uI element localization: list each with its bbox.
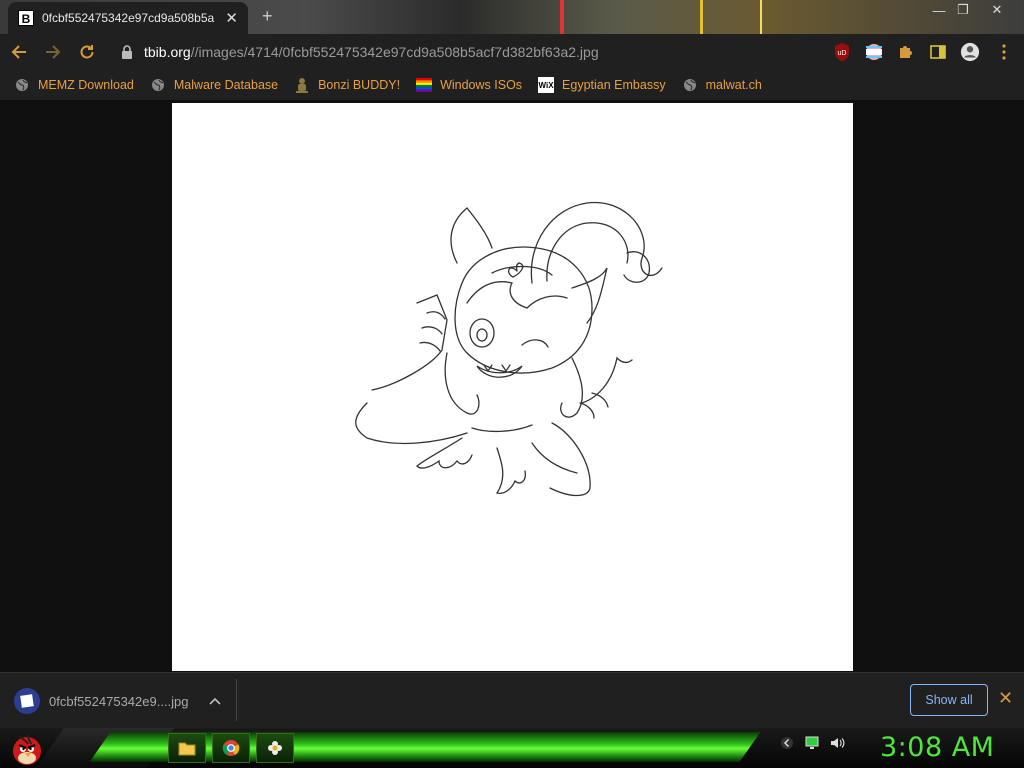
- tray-chevron-icon[interactable]: [780, 736, 794, 753]
- download-filename: 0fcbf552475342e9....jpg: [49, 693, 189, 709]
- wallpaper-streak: [560, 0, 564, 34]
- bookmark-windows-isos[interactable]: Windows ISOs: [416, 77, 522, 93]
- taskbar-clock[interactable]: 3:08 AM: [880, 732, 994, 763]
- download-bar-close-icon[interactable]: ✕: [998, 688, 1013, 709]
- side-panel-icon[interactable]: [928, 42, 948, 62]
- url-path: //images/4714/0fcbf552475342e97cd9a508b5…: [190, 44, 599, 60]
- bookmark-label: Windows ISOs: [440, 78, 523, 92]
- divider: [236, 679, 237, 721]
- bookmark-bonzi-buddy[interactable]: Bonzi BUDDY!: [294, 77, 400, 93]
- bookmark-malware-database[interactable]: Malware Database: [150, 77, 278, 93]
- restore-button[interactable]: ❐: [946, 0, 980, 20]
- bookmark-label: Egyptian Embassy: [562, 78, 666, 92]
- chevron-up-icon[interactable]: [208, 694, 221, 708]
- system-tray: [780, 736, 856, 753]
- extensions-puzzle-icon[interactable]: [896, 42, 916, 62]
- flag-extension-icon[interactable]: [864, 42, 884, 62]
- svg-text:uD: uD: [838, 50, 847, 57]
- bonzi-icon: [294, 77, 310, 93]
- wallpaper-streak: [760, 0, 762, 34]
- ublock-extension-icon[interactable]: uD: [832, 42, 852, 62]
- globe-icon: [150, 77, 166, 93]
- globe-icon: [682, 77, 698, 93]
- displayed-image[interactable]: [172, 103, 853, 671]
- network-icon[interactable]: [804, 736, 820, 753]
- bookmark-label: malwat.ch: [705, 78, 762, 92]
- active-tab[interactable]: B 0fcbf552475342e97cd9a508b5a ✕: [8, 2, 248, 34]
- new-tab-button[interactable]: +: [262, 6, 273, 27]
- sketch-illustration: [355, 201, 663, 497]
- tab-favicon-icon: B: [18, 10, 34, 26]
- tab-title: 0fcbf552475342e97cd9a508b5a: [42, 11, 215, 25]
- forward-button[interactable]: [38, 37, 68, 67]
- bookmark-label: MEMZ Download: [38, 78, 134, 92]
- taskbar-app[interactable]: [256, 733, 294, 763]
- url-host: tbib.org: [144, 44, 191, 60]
- bookmarks-bar: MEMZ Download Malware Database Bonzi BUD…: [0, 70, 1024, 100]
- folder-icon: [178, 742, 196, 756]
- window-close-button[interactable]: ✕: [980, 0, 1014, 20]
- lock-icon: [122, 45, 132, 59]
- taskbar: 3:08 AM: [0, 728, 1024, 768]
- globe-icon: [14, 77, 30, 93]
- forward-arrow-icon: [46, 45, 61, 59]
- bookmark-memz-download[interactable]: MEMZ Download: [14, 77, 134, 93]
- profile-avatar-icon[interactable]: [960, 42, 980, 62]
- tab-close-icon[interactable]: ✕: [225, 9, 238, 27]
- bookmark-egyptian-embassy[interactable]: WiX Egyptian Embassy: [538, 77, 666, 93]
- download-item[interactable]: 0fcbf552475342e9....jpg: [14, 687, 236, 715]
- rainbow-flag-icon: [416, 77, 433, 93]
- menu-icon[interactable]: [994, 42, 1014, 62]
- bookmark-label: Malware Database: [173, 78, 279, 92]
- back-button[interactable]: [4, 37, 34, 67]
- reload-button[interactable]: [72, 37, 102, 67]
- title-bar: B 0fcbf552475342e97cd9a508b5a ✕ + — ❐ ✕: [0, 0, 1024, 34]
- page-content: [0, 100, 1024, 746]
- bookmark-label: Bonzi BUDDY!: [318, 78, 401, 92]
- address-bar[interactable]: tbib.org//images/4714/0fcbf552475342e97c…: [108, 38, 828, 66]
- image-file-icon: [14, 688, 40, 714]
- wallpaper-streak: [700, 0, 703, 34]
- taskbar-chrome[interactable]: [212, 733, 250, 763]
- show-all-button[interactable]: Show all: [910, 684, 988, 716]
- taskbar-file-explorer[interactable]: [168, 733, 206, 763]
- back-arrow-icon: [11, 45, 26, 59]
- flower-app-icon: [268, 741, 282, 755]
- reload-icon: [80, 45, 94, 59]
- chrome-icon: [222, 740, 240, 756]
- wix-icon: WiX: [538, 77, 555, 93]
- start-button-angry-bird-icon[interactable]: [8, 730, 46, 766]
- bookmark-malwatch[interactable]: malwat.ch: [682, 77, 762, 93]
- volume-icon[interactable]: [830, 736, 846, 753]
- download-bar: 0fcbf552475342e9....jpg Show all ✕: [0, 672, 1024, 728]
